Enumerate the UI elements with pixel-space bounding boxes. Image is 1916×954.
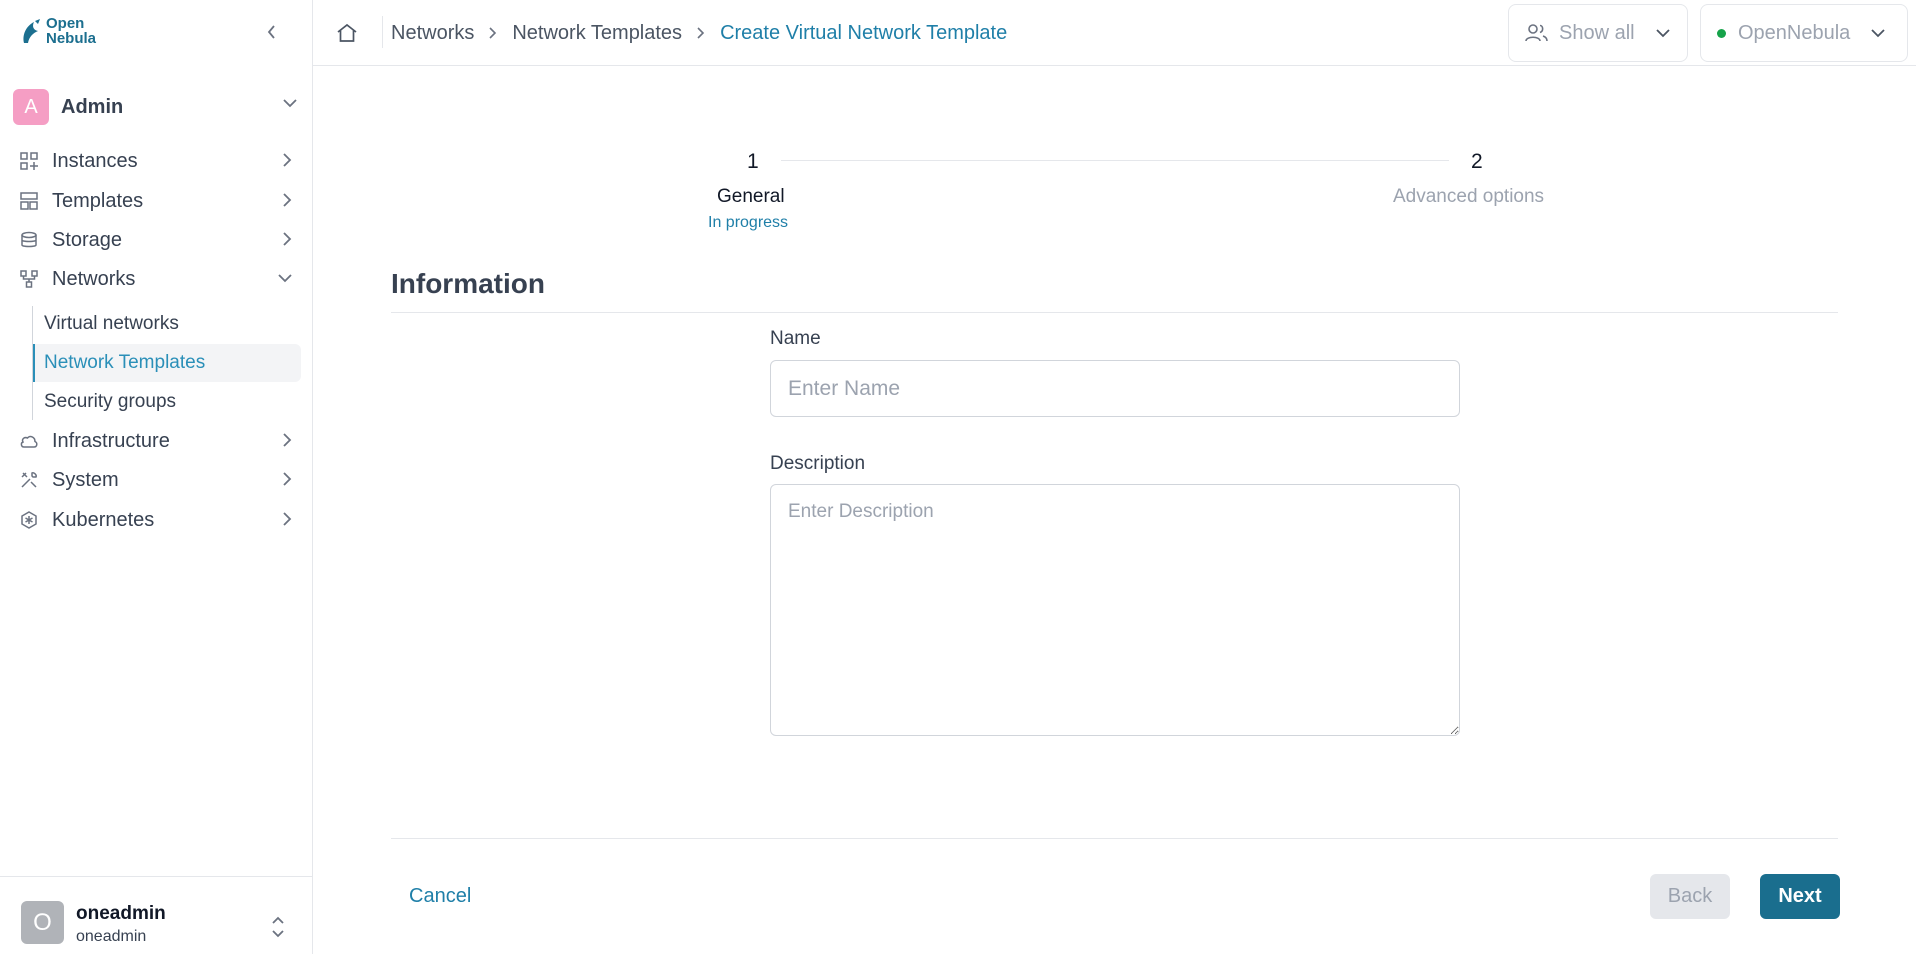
- sidebar-item-label: Infrastructure: [52, 429, 170, 452]
- user-group: oneadmin: [76, 928, 147, 945]
- user-name: oneadmin: [76, 903, 166, 924]
- group-label: Admin: [61, 95, 124, 118]
- network-icon: [18, 268, 40, 290]
- opennebula-logo-icon: [23, 19, 40, 43]
- breadcrumb: Networks Network Templates Create Virtua…: [391, 20, 1007, 46]
- sidebar-item-storage[interactable]: Storage: [18, 224, 293, 256]
- cancel-button[interactable]: Cancel: [391, 874, 489, 918]
- divider: [382, 16, 383, 48]
- chevron-right-icon: [488, 26, 498, 40]
- breadcrumb-current: Create Virtual Network Template: [720, 21, 1008, 44]
- step-1-label[interactable]: General: [717, 186, 785, 208]
- layout-icon: [18, 190, 40, 212]
- step-1-status: In progress: [708, 214, 789, 231]
- section-title: Information: [391, 268, 545, 299]
- sidebar-item-virtual-networks[interactable]: Virtual networks: [33, 305, 301, 343]
- users-icon: [1525, 24, 1548, 42]
- chevron-down-icon: [278, 274, 292, 283]
- back-button[interactable]: Back: [1650, 874, 1730, 919]
- divider: [391, 312, 1838, 313]
- home-button[interactable]: [333, 20, 361, 46]
- main-content: 1 General In progress 2 Advanced options…: [313, 66, 1916, 954]
- sidebar-item-infrastructure[interactable]: Infrastructure: [18, 425, 293, 457]
- sidebar-item-networks[interactable]: Networks: [18, 263, 293, 295]
- sidebar: Open Nebula A Admin Instances Templates: [0, 0, 313, 954]
- chevron-right-icon: [283, 232, 292, 246]
- sidebar-item-label: Kubernetes: [52, 508, 155, 531]
- sidebar-item-label: Networks: [52, 267, 136, 290]
- sidebar-item-system[interactable]: System: [18, 464, 293, 496]
- sidebar-item-label: Templates: [52, 189, 144, 212]
- database-icon: [18, 229, 40, 251]
- sidebar-item-network-templates[interactable]: Network Templates: [33, 344, 301, 382]
- chevron-right-icon: [283, 153, 292, 167]
- app-root: Open Nebula A Admin Instances Templates: [0, 0, 1916, 954]
- avatar: O: [21, 901, 64, 944]
- logo-text: Open Nebula: [46, 16, 96, 46]
- sidebar-item-instances[interactable]: Instances: [18, 145, 293, 177]
- chevron-right-icon: [283, 512, 292, 526]
- zone-dropdown[interactable]: OpenNebula: [1700, 4, 1908, 62]
- tools-icon: [18, 469, 40, 491]
- logo-text-line1: Open: [46, 15, 85, 32]
- step-2-label[interactable]: Advanced options: [1393, 186, 1544, 208]
- description-textarea[interactable]: [770, 484, 1460, 736]
- group-selector[interactable]: A Admin: [13, 89, 298, 125]
- chevron-down-icon: [1871, 29, 1885, 38]
- breadcrumb-networks[interactable]: Networks: [391, 22, 474, 45]
- group-avatar: A: [13, 89, 49, 125]
- sidebar-item-kubernetes[interactable]: Kubernetes: [18, 504, 293, 536]
- name-label: Name: [770, 328, 821, 349]
- sidebar-item-label: System: [52, 468, 119, 491]
- sidebar-item-label: Storage: [52, 228, 123, 251]
- name-input[interactable]: [770, 360, 1460, 417]
- chevron-right-icon: [696, 26, 706, 40]
- sidebar-item-security-groups[interactable]: Security groups: [33, 383, 301, 421]
- chevron-left-icon: [267, 25, 275, 39]
- brand-logo[interactable]: Open Nebula: [20, 16, 96, 46]
- chevron-up-down-icon[interactable]: [268, 913, 288, 941]
- home-icon: [337, 23, 357, 42]
- divider: [391, 838, 1838, 839]
- chevron-right-icon: [283, 472, 292, 486]
- description-label: Description: [770, 453, 866, 474]
- chevron-down-icon: [283, 99, 297, 108]
- group-filter-dropdown[interactable]: Show all: [1508, 4, 1688, 62]
- chevron-down-icon: [1655, 29, 1670, 38]
- stepper-connector: [781, 160, 1449, 161]
- helm-icon: [18, 509, 40, 531]
- zone-status-dot: [1717, 28, 1726, 38]
- breadcrumb-network-templates[interactable]: Network Templates: [512, 22, 682, 45]
- user-menu[interactable]: O oneadmin oneadmin: [0, 876, 313, 954]
- group-filter-label: Show all: [1559, 21, 1635, 44]
- cloud-icon: [18, 430, 40, 452]
- logo-text-line2: Nebula: [46, 30, 97, 47]
- sidebar-item-templates[interactable]: Templates: [18, 185, 293, 217]
- collapse-sidebar-button[interactable]: [262, 20, 282, 44]
- chevron-right-icon: [283, 433, 292, 447]
- chevron-right-icon: [283, 193, 292, 207]
- topbar: Networks Network Templates Create Virtua…: [313, 0, 1916, 66]
- grid-plus-icon: [18, 150, 40, 172]
- step-1-number[interactable]: 1: [747, 150, 759, 174]
- next-button[interactable]: Next: [1760, 874, 1840, 919]
- step-2-number[interactable]: 2: [1471, 150, 1483, 174]
- sidebar-item-label: Instances: [52, 149, 138, 172]
- zone-label: OpenNebula: [1738, 21, 1851, 44]
